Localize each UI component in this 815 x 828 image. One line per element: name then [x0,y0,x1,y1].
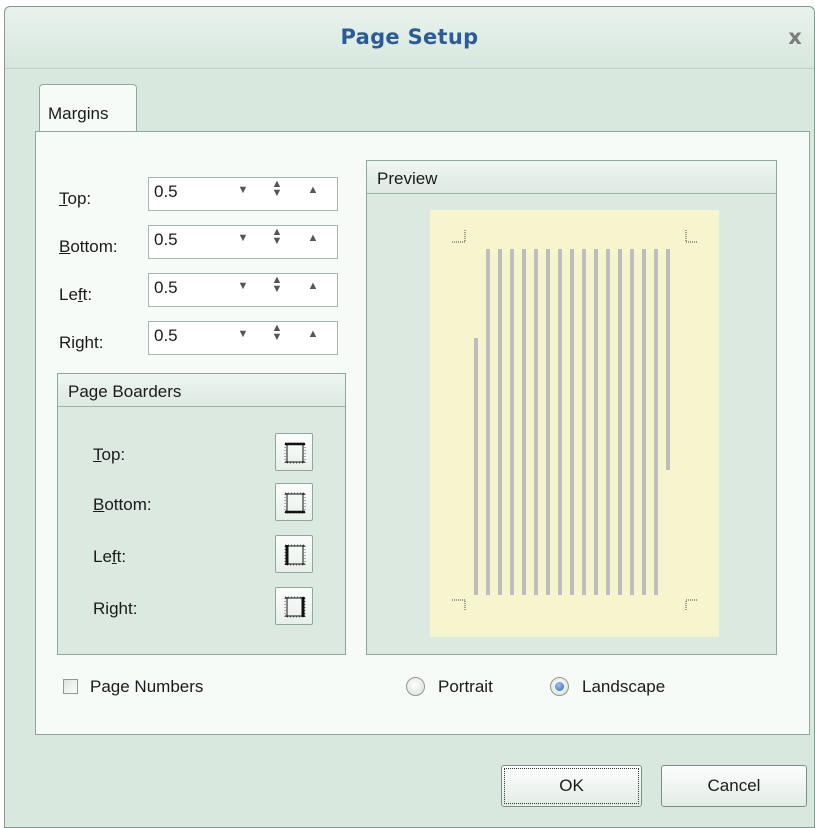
page-setup-dialog: Page Setup x Margins Top: 0.5 ▼ ▲ ▼ ▲ Bot… [4,6,815,828]
bottom-margin-value[interactable]: 0.5 [154,230,178,250]
dialog-title: Page Setup [340,25,479,49]
left-margin-value[interactable]: 0.5 [154,278,178,298]
border-right-label: Right: [93,599,138,618]
up-down-spinner-icon[interactable]: ▲ ▼ [269,227,285,247]
border-bottom-toggle-button[interactable] [275,483,313,521]
dropdown-arrow-icon[interactable]: ▼ [235,280,251,292]
border-left-label: Left: [93,547,127,566]
border-left-row: Left: [58,535,345,575]
top-margin-spin-input[interactable]: 0.5 ▼ ▲ ▼ ▲ [148,177,338,211]
preview-paper [430,210,719,637]
top-margin-value[interactable]: 0.5 [154,182,178,202]
page-borders-header: Page Boarders [58,374,345,407]
border-bottom-row: Bottom: [58,483,345,523]
right-margin-value[interactable]: 0.5 [154,326,178,346]
bottom-margin-row: Bottom: 0.5 ▼ ▲ ▼ ▲ [59,225,339,259]
border-top-toggle-button[interactable] [275,433,313,471]
border-left-toggle-button[interactable] [275,535,313,573]
preview-group: Preview [366,160,777,655]
page-numbers-label[interactable]: Page Numbers [90,677,203,697]
page-borders-group: Page Boarders Top: Bottom: Left: Right: [57,373,346,655]
dropdown-arrow-icon[interactable]: ▼ [235,184,251,196]
up-down-spinner-icon[interactable]: ▲ ▼ [269,323,285,343]
landscape-radio[interactable] [550,677,569,696]
up-down-spinner-icon[interactable]: ▲ ▼ [269,179,285,199]
top-margin-row: Top: 0.5 ▼ ▲ ▼ ▲ [59,177,339,211]
cancel-button[interactable]: Cancel [661,765,807,807]
bottom-margin-label: Bottom: [59,237,118,256]
preview-page-illustration [452,230,698,610]
up-arrow-icon[interactable]: ▲ [305,328,321,340]
portrait-label[interactable]: Portrait [438,677,493,697]
left-margin-label: Left: [59,285,93,304]
ok-button[interactable]: OK [501,765,642,807]
border-bottom-icon [284,492,306,514]
tab-margins[interactable]: Margins [39,84,137,131]
dropdown-arrow-icon[interactable]: ▼ [235,232,251,244]
border-left-icon [284,544,306,566]
portrait-radio[interactable] [406,677,425,696]
up-arrow-icon[interactable]: ▲ [305,184,321,196]
margins-tab-panel: Top: 0.5 ▼ ▲ ▼ ▲ Bottom: 0.5 ▼ ▲ ▼ ▲ Left:… [35,131,810,735]
right-margin-row: Right: 0.5 ▼ ▲ ▼ ▲ [59,321,339,355]
border-right-icon [284,596,306,618]
left-margin-row: Left: 0.5 ▼ ▲ ▼ ▲ [59,273,339,307]
border-top-icon [284,442,306,464]
border-bottom-label: Bottom: [93,495,152,514]
page-numbers-checkbox[interactable] [63,679,78,694]
left-margin-spin-input[interactable]: 0.5 ▼ ▲ ▼ ▲ [148,273,338,307]
border-top-label: Top: [93,445,126,464]
right-margin-spin-input[interactable]: 0.5 ▼ ▲ ▼ ▲ [148,321,338,355]
border-right-row: Right: [58,587,345,627]
right-margin-label: Right: [59,333,104,352]
up-arrow-icon[interactable]: ▲ [305,232,321,244]
bottom-margin-spin-input[interactable]: 0.5 ▼ ▲ ▼ ▲ [148,225,338,259]
top-margin-label: Top: [59,189,92,208]
preview-text-lines [474,249,670,595]
preview-header: Preview [367,161,776,194]
up-arrow-icon[interactable]: ▲ [305,280,321,292]
title-bar[interactable]: Page Setup x [5,7,814,69]
up-down-spinner-icon[interactable]: ▲ ▼ [269,275,285,295]
landscape-label[interactable]: Landscape [582,677,665,697]
dropdown-arrow-icon[interactable]: ▼ [235,328,251,340]
border-right-toggle-button[interactable] [275,587,313,625]
border-top-row: Top: [58,433,345,473]
close-button[interactable]: x [782,25,808,51]
